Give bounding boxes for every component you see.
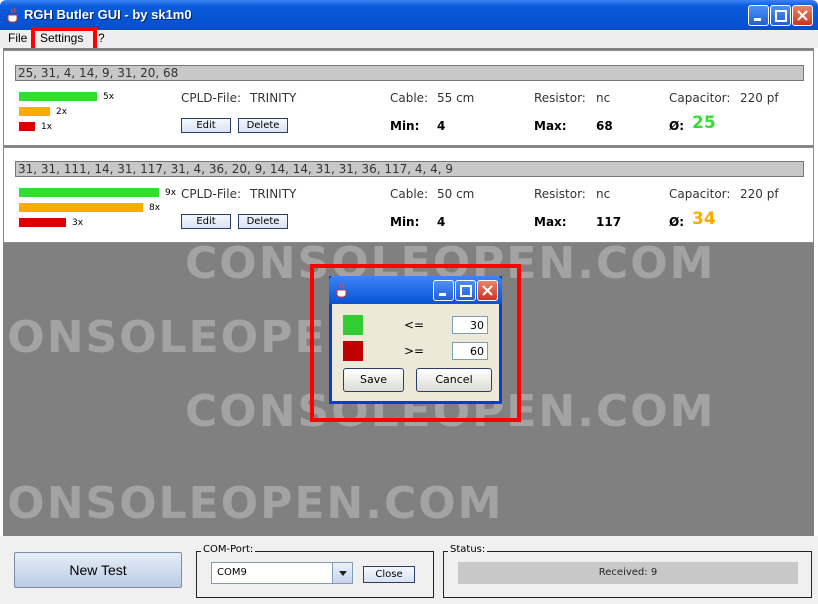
edit-button[interactable]: Edit bbox=[181, 118, 231, 133]
java-cup-icon bbox=[336, 282, 347, 298]
bucket-bar-green bbox=[19, 92, 97, 101]
color-swatch-red[interactable] bbox=[343, 341, 363, 361]
bucket-bar-red bbox=[19, 218, 66, 227]
resistor-value: nc bbox=[596, 187, 611, 201]
cable-label: Cable: bbox=[390, 91, 429, 105]
maximize-icon bbox=[460, 285, 472, 297]
minimize-button[interactable] bbox=[748, 5, 769, 26]
min-value: 4 bbox=[437, 119, 446, 133]
glitch-sequence: 31, 31, 111, 14, 31, 117, 31, 4, 36, 20,… bbox=[15, 161, 804, 177]
avg-label: Ø: bbox=[669, 215, 684, 229]
bucket-label-green: 9x bbox=[165, 188, 177, 198]
bucket-bar-green bbox=[19, 188, 159, 197]
min-label: Min: bbox=[390, 119, 420, 133]
resistor-label: Resistor: bbox=[534, 187, 586, 201]
menu-help[interactable]: ? bbox=[98, 31, 105, 45]
watermark: CONSOLEOPEN.COM bbox=[3, 478, 504, 529]
maximize-icon bbox=[775, 10, 787, 22]
com-port-select[interactable]: COM9 bbox=[211, 562, 353, 584]
min-value: 4 bbox=[437, 215, 446, 229]
cpld-value: TRINITY bbox=[250, 91, 297, 105]
save-button[interactable]: Save bbox=[343, 368, 404, 392]
min-label: Min: bbox=[390, 215, 420, 229]
max-value: 68 bbox=[596, 119, 613, 133]
bucket-bar-orange bbox=[19, 203, 143, 212]
bucket-label-orange: 8x bbox=[149, 203, 161, 213]
resistor-value: nc bbox=[596, 91, 611, 105]
cpld-label: CPLD-File: bbox=[181, 187, 241, 201]
com-port-group: COM-Port: COM9 Close bbox=[196, 544, 434, 598]
menu-file[interactable]: File bbox=[8, 31, 27, 45]
chevron-down-icon bbox=[339, 571, 347, 576]
threshold-high-input[interactable] bbox=[452, 342, 488, 360]
threshold-dialog: <= >= Save Cancel bbox=[329, 276, 502, 404]
max-label: Max: bbox=[534, 119, 567, 133]
window-titlebar[interactable]: RGH Butler GUI - by sk1m0 bbox=[0, 0, 818, 30]
capacitor-value: 220 pf bbox=[740, 91, 779, 105]
capacitor-label: Capacitor: bbox=[669, 187, 731, 201]
operator-label: >= bbox=[404, 344, 425, 358]
com-port-value: COM9 bbox=[217, 567, 247, 578]
bucket-bar-red bbox=[19, 122, 35, 131]
bottom-panel: New Test COM-Port: COM9 Close Status: Re… bbox=[0, 536, 818, 604]
color-swatch-green[interactable] bbox=[343, 315, 363, 335]
capacitor-label: Capacitor: bbox=[669, 91, 731, 105]
minimize-icon bbox=[754, 18, 761, 21]
capacitor-value: 220 pf bbox=[740, 187, 779, 201]
dialog-titlebar[interactable] bbox=[329, 276, 502, 304]
bucket-label-green: 5x bbox=[103, 92, 115, 102]
close-port-button[interactable]: Close bbox=[363, 566, 415, 583]
bucket-label-orange: 2x bbox=[56, 107, 68, 117]
cancel-button[interactable]: Cancel bbox=[416, 368, 492, 392]
close-window-button[interactable] bbox=[792, 5, 813, 26]
status-field: Received: 9 bbox=[458, 562, 798, 584]
minimize-icon bbox=[439, 293, 446, 296]
avg-value: 34 bbox=[692, 209, 716, 229]
result-card: 31, 31, 111, 14, 31, 117, 31, 4, 36, 20,… bbox=[3, 147, 814, 243]
cpld-label: CPLD-File: bbox=[181, 91, 241, 105]
status-group: Status: Received: 9 bbox=[443, 544, 812, 598]
bucket-label-red: 1x bbox=[41, 122, 53, 132]
cpld-value: TRINITY bbox=[250, 187, 297, 201]
new-test-button[interactable]: New Test bbox=[14, 552, 182, 588]
menu-bar: File Settings ? bbox=[0, 30, 818, 48]
result-card: 25, 31, 4, 14, 9, 31, 20, 68 5x 2x 1x CP… bbox=[3, 50, 814, 146]
avg-label: Ø: bbox=[669, 119, 684, 133]
max-label: Max: bbox=[534, 215, 567, 229]
operator-label: <= bbox=[404, 318, 425, 332]
resistor-label: Resistor: bbox=[534, 91, 586, 105]
bucket-label-red: 3x bbox=[72, 218, 84, 228]
close-icon bbox=[797, 10, 808, 21]
max-value: 117 bbox=[596, 215, 622, 229]
bucket-bar-orange bbox=[19, 107, 50, 116]
cable-value: 55 cm bbox=[437, 91, 475, 105]
cable-value: 50 cm bbox=[437, 187, 475, 201]
glitch-sequence: 25, 31, 4, 14, 9, 31, 20, 68 bbox=[15, 65, 804, 81]
java-cup-icon bbox=[7, 7, 18, 23]
close-icon bbox=[482, 285, 493, 296]
status-label: Status: bbox=[448, 544, 488, 555]
delete-button[interactable]: Delete bbox=[238, 118, 288, 133]
delete-button[interactable]: Delete bbox=[238, 214, 288, 229]
avg-value: 25 bbox=[692, 113, 716, 133]
com-port-label: COM-Port: bbox=[201, 544, 256, 555]
threshold-low-input[interactable] bbox=[452, 316, 488, 334]
maximize-button[interactable] bbox=[770, 5, 791, 26]
cable-label: Cable: bbox=[390, 187, 429, 201]
dialog-minimize-button[interactable] bbox=[433, 280, 454, 301]
dialog-close-button[interactable] bbox=[477, 280, 498, 301]
dropdown-button[interactable] bbox=[332, 563, 352, 583]
edit-button[interactable]: Edit bbox=[181, 214, 231, 229]
dialog-maximize-button[interactable] bbox=[455, 280, 476, 301]
window-title: RGH Butler GUI - by sk1m0 bbox=[24, 7, 192, 22]
